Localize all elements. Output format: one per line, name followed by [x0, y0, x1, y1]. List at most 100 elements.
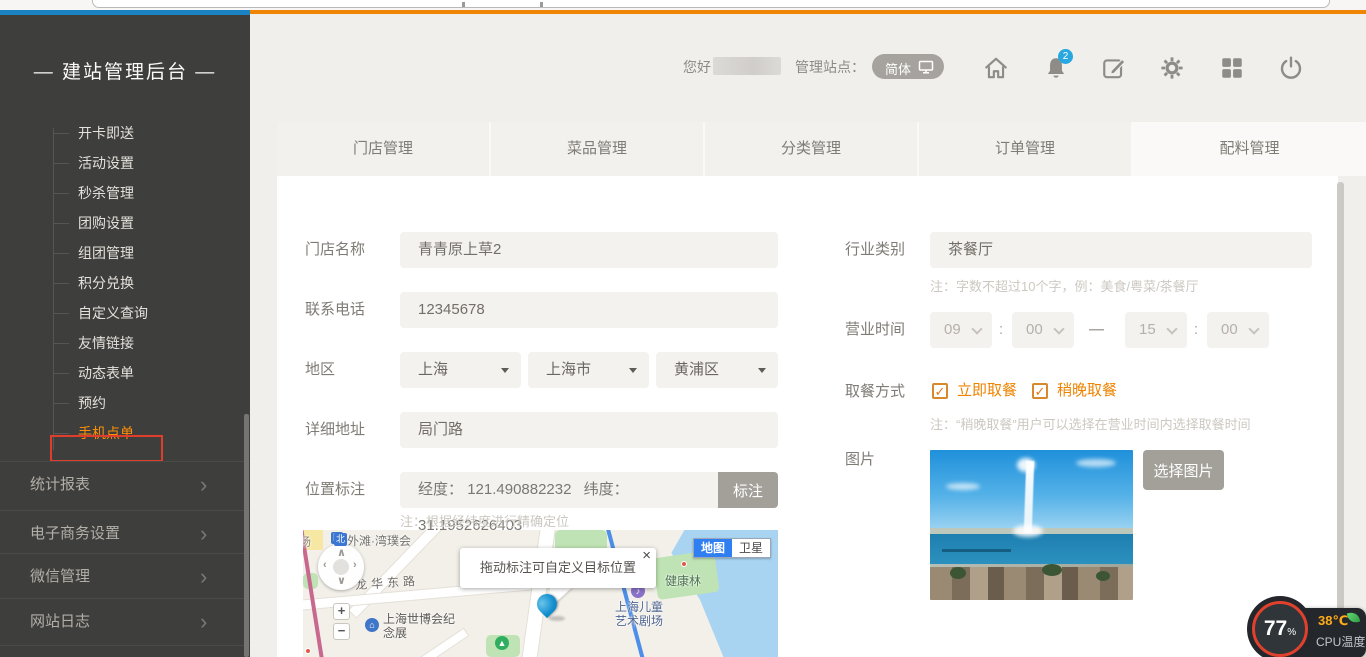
pickup-later-checkbox[interactable]: ✓ — [1032, 383, 1048, 399]
map-label-partial: 场 — [303, 533, 311, 550]
home-icon[interactable] — [983, 55, 1009, 81]
map-poi-icon-park: ▲ — [495, 636, 509, 650]
location-note: 注：根据经纬度进行精确定位 — [400, 511, 569, 530]
province-select[interactable]: 上海 — [400, 352, 521, 388]
chevron-right-icon: › — [200, 554, 207, 599]
address-input[interactable]: 局门路 — [400, 412, 778, 448]
chevron-down-icon — [971, 323, 982, 334]
pickup-now-label[interactable]: 立即取餐 — [957, 381, 1017, 401]
pickup-now-checkbox[interactable]: ✓ — [932, 383, 948, 399]
industry-input[interactable]: 茶餐厅 — [930, 232, 1312, 268]
app-title: — 建站管理后台 — — [0, 57, 250, 84]
map-zoom-in-button[interactable]: + — [333, 603, 350, 620]
power-logout-icon[interactable] — [1278, 55, 1304, 81]
photo-pier — [942, 549, 1011, 552]
sidebar-item-reservation[interactable]: 预约 — [0, 388, 250, 418]
address-label: 详细地址 — [305, 412, 365, 448]
sidebar-item-card-gift[interactable]: 开卡即送 — [0, 118, 250, 148]
sidebar-item-links[interactable]: 友情链接 — [0, 328, 250, 358]
settings-gear-icon[interactable] — [1159, 55, 1185, 81]
sidebar-section-logs[interactable]: 网站日志› — [0, 598, 250, 643]
sidebar-item-points[interactable]: 积分兑换 — [0, 268, 250, 298]
district-select[interactable]: 黄浦区 — [656, 352, 778, 388]
map-north-badge: 北 — [334, 533, 347, 546]
manage-site-label: 管理站点： — [795, 57, 865, 77]
map-poi-dot — [305, 648, 311, 654]
tree-tick — [53, 223, 69, 224]
cpu-monitor-widget[interactable]: 77% 38℃ CPU温度 — [1252, 601, 1366, 657]
sidebar-item-team[interactable]: 组团管理 — [0, 238, 250, 268]
map-zoom-out-button[interactable]: − — [333, 623, 350, 640]
notifications-bell-icon[interactable]: 2 — [1043, 55, 1069, 81]
phone-input[interactable]: 12345678 — [400, 292, 778, 328]
notification-count-badge: 2 — [1058, 49, 1073, 64]
map-pan-control[interactable]: ∧ ∨ ‹ › — [318, 544, 364, 590]
close-minute-select[interactable]: 00 — [1207, 312, 1269, 348]
tree-tick — [53, 403, 69, 404]
industry-note: 注：字数不超过10个字，例：美食/粤菜/茶餐厅 — [930, 276, 1199, 295]
photo-tree — [1042, 564, 1062, 576]
screen: — 建站管理后台 — 开卡即送 活动设置 秒杀管理 团购设置 组团管理 积分兑换… — [0, 0, 1366, 657]
chevron-down-icon — [1248, 323, 1259, 334]
map-widget[interactable]: 场 田 外滩·湾璞会 龙华东路 ⌂ 上海世博会纪念展 ▲ 健康林 ♪ 上海儿童艺… — [303, 530, 778, 657]
sidebar-item-dynamic-form[interactable]: 动态表单 — [0, 358, 250, 388]
store-name-input[interactable]: 青青原上草2 — [400, 232, 778, 268]
tab-category-management[interactable]: 分类管理 — [705, 122, 919, 176]
latitude-label: 纬度： — [584, 481, 629, 498]
hours-label: 营业时间 — [845, 312, 905, 348]
photo-fountain-mist — [1013, 525, 1043, 537]
chevron-down-icon — [1053, 323, 1064, 334]
tab-ingredient-management[interactable]: 配料管理 — [1133, 122, 1366, 176]
sidebar-item-activity[interactable]: 活动设置 — [0, 148, 250, 178]
sidebar-item-flash-sale[interactable]: 秒杀管理 — [0, 178, 250, 208]
cpu-usage-gauge: 77% — [1252, 601, 1308, 657]
pan-down-icon[interactable]: ∨ — [337, 574, 346, 587]
city-select[interactable]: 上海市 — [528, 352, 649, 388]
photo-cloud — [1076, 459, 1116, 467]
photo-tree — [1096, 571, 1110, 581]
time-colon: : — [999, 312, 1003, 348]
map-label-theater: 上海儿童艺术剧场 — [615, 600, 673, 628]
sidebar-section-wechat[interactable]: 微信管理› — [0, 553, 250, 598]
store-edit-form: 门店名称 青青原上草2 联系电话 12345678 地区 上海 上海市 黄浦区 … — [277, 176, 1338, 657]
close-hour-select[interactable]: 15 — [1125, 312, 1187, 348]
location-label: 位置标注 — [305, 472, 365, 508]
sidebar-item-group-buy[interactable]: 团购设置 — [0, 208, 250, 238]
chevron-down-icon — [1166, 323, 1177, 334]
open-minute-select[interactable]: 00 — [1012, 312, 1074, 348]
pickup-label: 取餐方式 — [845, 374, 905, 410]
open-hour-select[interactable]: 09 — [930, 312, 992, 348]
pan-center-knob[interactable] — [333, 559, 349, 575]
mark-location-button[interactable]: 标注 — [718, 472, 778, 508]
apps-grid-icon[interactable] — [1219, 55, 1245, 81]
pickup-later-label[interactable]: 稍晚取餐 — [1057, 381, 1117, 401]
tree-tick — [53, 313, 69, 314]
select-arrow-icon — [501, 368, 509, 373]
chevron-right-icon: › — [200, 511, 207, 556]
tab-order-management[interactable]: 订单管理 — [919, 122, 1133, 176]
coordinates-field[interactable]: 经度： 121.490882232 纬度： 31.1952626403 — [400, 472, 718, 508]
tree-tick — [53, 133, 69, 134]
sidebar-scrollbar[interactable] — [244, 414, 249, 657]
time-colon: : — [1194, 312, 1198, 348]
tab-dish-management[interactable]: 菜品管理 — [491, 122, 705, 176]
sidebar-section-ecommerce[interactable]: 电子商务设置› — [0, 510, 250, 555]
language-button[interactable]: 简体 — [872, 54, 944, 79]
select-arrow-icon — [758, 368, 766, 373]
map-label-expo: 上海世博会纪念展 — [383, 612, 463, 640]
sidebar-section-reports[interactable]: 统计报表› — [0, 461, 250, 506]
pan-right-icon[interactable]: › — [353, 559, 357, 571]
choose-image-button[interactable]: 选择图片 — [1143, 450, 1224, 490]
pan-left-icon[interactable]: ‹ — [323, 559, 327, 571]
map-poi-icon-museum: ⌂ — [365, 618, 379, 632]
map-type-map-button[interactable]: 地图 — [694, 539, 732, 557]
tab-store-management[interactable]: 门店管理 — [277, 122, 491, 176]
map-type-satellite-button[interactable]: 卫星 — [732, 539, 770, 557]
sidebar-item-custom-query[interactable]: 自定义查询 — [0, 298, 250, 328]
content-scrollbar[interactable] — [1337, 182, 1344, 655]
tooltip-close-icon[interactable]: × — [642, 536, 651, 576]
browser-url-bar[interactable] — [92, 0, 1330, 8]
pan-up-icon[interactable]: ∧ — [337, 546, 346, 559]
edit-icon[interactable] — [1101, 55, 1127, 81]
map-label-forest: 健康林 — [665, 572, 701, 589]
